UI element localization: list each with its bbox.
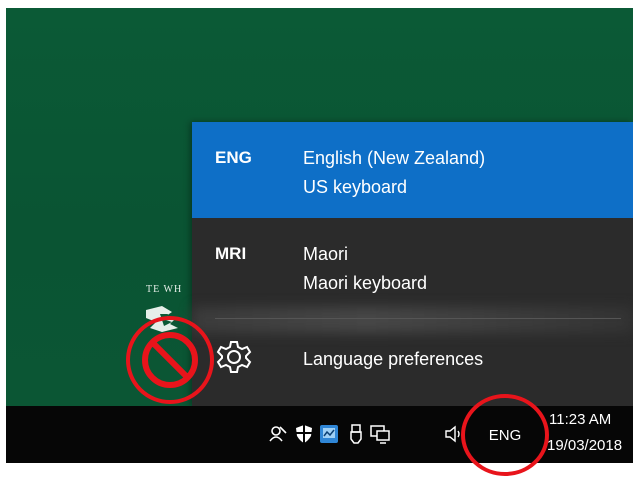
language-preferences-label: Language preferences: [303, 349, 484, 369]
clock-date[interactable]: 19/03/2018: [547, 437, 622, 454]
language-code: MRI: [215, 244, 247, 263]
language-name: English (New Zealand): [303, 148, 486, 168]
input-language-indicator[interactable]: ENG: [480, 422, 530, 448]
language-option-mri[interactable]: MRI Maori Maori keyboard: [192, 218, 633, 314]
gear-icon: [216, 341, 252, 373]
keyboard-layout: Maori keyboard: [303, 273, 428, 293]
wallpaper-logo-text: TE WH: [146, 284, 183, 295]
flyout-divider: [215, 318, 621, 319]
usb-icon[interactable]: [346, 423, 366, 445]
taskbar: ENG 11:23 AM 19/03/2018: [6, 406, 633, 463]
wallpaper-crest-icon: [146, 306, 178, 332]
language-preferences-link[interactable]: Language preferences: [192, 327, 633, 387]
network-icon[interactable]: [370, 423, 390, 445]
people-icon[interactable]: [268, 423, 288, 445]
clock-time[interactable]: 11:23 AM: [549, 411, 611, 428]
language-code: ENG: [215, 148, 252, 167]
shield-icon[interactable]: [294, 423, 314, 445]
language-option-eng[interactable]: ENG English (New Zealand) US keyboard: [192, 122, 633, 218]
language-flyout: ENG English (New Zealand) US keyboard MR…: [192, 122, 633, 406]
keyboard-layout: US keyboard: [303, 177, 408, 197]
language-name: Maori: [303, 244, 349, 264]
volume-icon[interactable]: [444, 423, 464, 445]
network-monitor-icon[interactable]: [319, 423, 339, 445]
